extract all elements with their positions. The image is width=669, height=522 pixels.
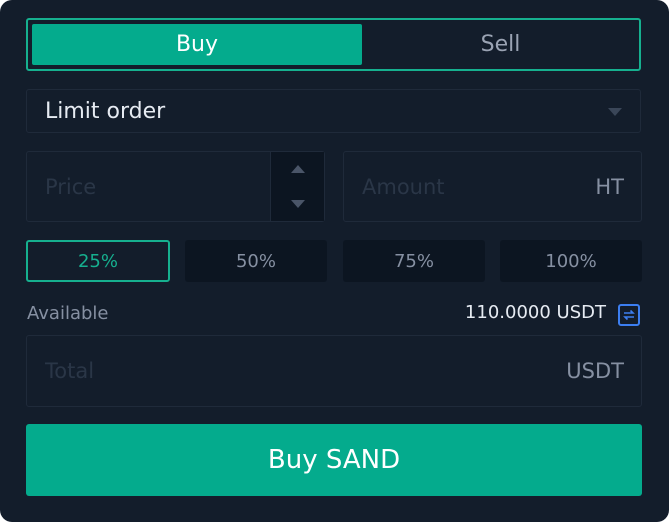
price-field [26, 151, 325, 222]
available-balance: 110.0000 USDT [464, 302, 606, 323]
total-unit: USDT [566, 359, 624, 383]
tab-sell[interactable]: Sell [362, 24, 639, 65]
amount-field: HT [343, 151, 642, 222]
available-label: Available [27, 303, 109, 324]
caret-down-icon [608, 108, 622, 116]
total-field: USDT [26, 335, 642, 407]
swap-icon[interactable] [618, 304, 640, 326]
order-type-value: Limit order [45, 98, 166, 124]
percent-75-button[interactable]: 75% [343, 240, 485, 282]
total-input[interactable] [27, 336, 547, 406]
price-stepper [270, 152, 324, 221]
stepper-up-button[interactable] [271, 152, 325, 186]
percent-50-button[interactable]: 50% [185, 240, 327, 282]
order-type-select[interactable]: Limit order [26, 89, 641, 133]
tab-buy[interactable]: Buy [32, 24, 362, 65]
amount-unit: HT [595, 174, 624, 199]
amount-input[interactable] [344, 152, 564, 221]
percent-25-button[interactable]: 25% [26, 240, 170, 282]
buy-submit-button[interactable]: Buy SAND [26, 424, 642, 496]
arrow-down-icon [291, 200, 305, 208]
percent-100-button[interactable]: 100% [500, 240, 642, 282]
buy-sell-toggle: Buy Sell [26, 18, 641, 71]
price-input[interactable] [27, 152, 272, 221]
trade-panel: Buy Sell Limit order HT 25% 50% 75% 100%… [0, 0, 669, 522]
stepper-down-button[interactable] [271, 187, 325, 221]
arrow-up-icon [291, 165, 305, 173]
